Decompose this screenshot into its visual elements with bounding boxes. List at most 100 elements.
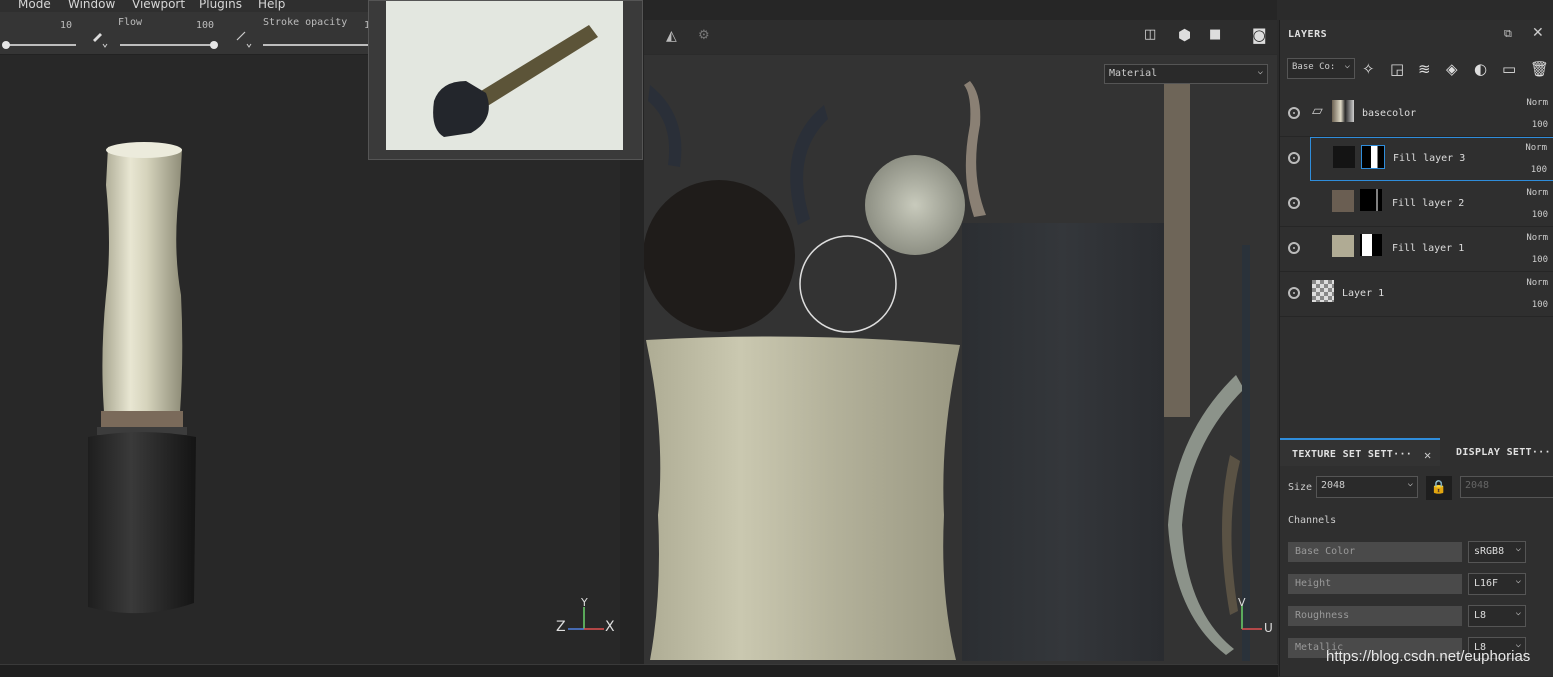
visibility-eye-icon[interactable] [1288,152,1300,164]
display-cube-icon[interactable]: ⬢ [1178,26,1191,44]
layer-blend-mode[interactable]: Norm [1526,233,1548,243]
channel-format-value: L16F [1474,578,1499,589]
size-select-value: 2048 [1321,480,1346,491]
layer-row[interactable]: Layer 1 Norm 100 [1280,272,1553,317]
layers-panel: LAYERS ⧉ ✕ Base Co: ⌵ ✧ ◲ ≋ ◈ ◐ ▭ 🗑 ▱ ba… [1279,20,1553,440]
tab-display-settings-label: DISPLAY SETT··· [1456,447,1551,458]
viewport-channel-select-value: Material [1109,68,1158,79]
flow-slider[interactable] [120,44,216,46]
add-effect-icon[interactable]: ✧ [1362,60,1375,78]
layer-mask-thumbnail[interactable] [1360,234,1382,256]
channel-format-select[interactable]: sRGB8 ⌵ [1468,541,1526,563]
layer-thumbnail [1332,235,1354,257]
close-icon[interactable]: ✕ [1424,448,1432,462]
layer-thumbnail [1332,100,1354,122]
uv-texture-layout [644,81,1250,661]
chevron-down-icon: ⌵ [1515,608,1521,618]
layer-name[interactable]: Fill layer 2 [1392,198,1464,209]
size-slider-knob[interactable] [2,41,10,49]
layer-mask-thumbnail[interactable] [1361,145,1385,169]
visibility-eye-icon[interactable] [1288,197,1300,209]
channel-format-select[interactable]: L8 ⌵ [1468,605,1526,627]
chevron-down-icon: ⌵ [1407,479,1413,489]
size-select-secondary-value: 2048 [1465,480,1490,491]
channels-label: Channels [1288,515,1337,526]
menu-help[interactable]: Help [258,0,285,11]
undock-icon[interactable]: ⧉ [1504,27,1512,41]
axis-y-label: Y [581,596,588,609]
layer-opacity[interactable]: 100 [1532,255,1548,265]
channel-base-color[interactable]: Base Color [1288,542,1462,562]
viewport-2d-uv[interactable]: Material ⌵ V U [644,55,1277,664]
layer-opacity[interactable]: 100 [1531,165,1547,175]
reference-photo [386,1,623,150]
watermark: https://blog.csdn.net/euphorias [1326,648,1531,665]
menu-mode[interactable]: Mode [18,0,51,11]
size-label: Size [1288,482,1313,493]
channel-format-value: L8 [1474,610,1487,621]
add-folder-icon[interactable]: ▭ [1502,60,1516,78]
stroke-opacity-slider[interactable] [263,44,368,46]
menu-plugins[interactable]: Plugins [199,0,242,11]
layer-opacity[interactable]: 100 [1532,120,1548,130]
layer-blend-mode[interactable]: Norm [1526,98,1548,108]
delete-layer-icon[interactable]: 🗑 [1530,60,1549,78]
flow-slider-knob[interactable] [210,41,218,49]
camera-video-icon[interactable]: ■ [1209,27,1221,42]
add-smart-fill-icon[interactable]: ◈ [1446,60,1458,78]
reference-image-popup[interactable] [368,0,643,160]
channel-format-select[interactable]: L16F ⌵ [1468,573,1526,595]
layer-opacity[interactable]: 100 [1532,300,1548,310]
visibility-eye-icon[interactable] [1288,242,1300,254]
close-icon[interactable]: ✕ [1532,25,1544,41]
split-view-icon[interactable]: ◫ [1144,27,1156,42]
layer-name[interactable]: Layer 1 [1342,288,1384,299]
layer-name[interactable]: Fill layer 1 [1392,243,1464,254]
channel-roughness[interactable]: Roughness [1288,606,1462,626]
size-value[interactable]: 10 [60,20,72,31]
channel-height[interactable]: Height [1288,574,1462,594]
layers-channel-select[interactable]: Base Co: ⌵ [1287,58,1355,79]
menu-window[interactable]: Window [68,0,115,11]
mirror-icon[interactable]: ◭ [666,28,677,44]
layer-row[interactable]: Fill layer 1 Norm 100 [1280,227,1553,272]
flow-label: Flow [118,17,143,28]
layer-name[interactable]: basecolor [1362,108,1416,119]
layer-thumbnail [1312,280,1334,302]
tab-display-settings[interactable]: DISPLAY SETT··· [1456,438,1553,466]
axis-x-label: X [605,619,615,635]
visibility-eye-icon[interactable] [1288,287,1300,299]
viewport-channel-select[interactable]: Material ⌵ [1104,64,1268,84]
layer-mask-thumbnail[interactable] [1360,189,1382,211]
size-select-secondary[interactable]: 2048 [1460,476,1553,498]
brush-icon[interactable] [90,26,112,48]
layer-row[interactable]: Fill layer 2 Norm 100 [1280,182,1553,227]
layer-blend-mode[interactable]: Norm [1526,278,1548,288]
add-mask-icon[interactable]: ◐ [1474,60,1487,78]
axis-z-label: Z [556,619,566,635]
size-select[interactable]: 2048 ⌵ [1316,476,1418,498]
chevron-down-icon: ⌵ [1515,576,1521,586]
screenshot-camera-icon[interactable]: ◙ [1252,26,1267,44]
size-slider[interactable] [4,44,76,46]
stroke-icon[interactable] [234,26,256,48]
lock-icon[interactable]: 🔒 [1426,476,1452,500]
visibility-eye-icon[interactable] [1288,107,1300,119]
viewport-2d-header-gap [644,0,1277,20]
layer-blend-mode[interactable]: Norm [1525,143,1547,153]
layer-row[interactable]: ▱ basecolor Norm 100 [1280,92,1553,137]
chevron-down-icon: ⌵ [1515,544,1521,554]
symmetry-settings-icon[interactable]: ⚙ [698,28,710,43]
layer-name[interactable]: Fill layer 3 [1393,153,1465,164]
flow-value[interactable]: 100 [196,20,214,31]
texture-set-settings-panel: TEXTURE SET SETT··· ✕ DISPLAY SETT··· Si… [1279,438,1553,676]
add-paint-layer-icon[interactable]: ◲ [1390,60,1404,78]
tab-texture-set-settings[interactable]: TEXTURE SET SETT··· ✕ [1280,438,1440,466]
layer-row-selected[interactable]: Fill layer 3 Norm 100 [1310,137,1553,181]
layer-blend-mode[interactable]: Norm [1526,188,1548,198]
layer-opacity[interactable]: 100 [1532,210,1548,220]
add-fill-layer-icon[interactable]: ≋ [1418,60,1431,78]
chevron-down-icon: ⌵ [1344,61,1350,71]
status-bar [0,664,1278,677]
menu-viewport[interactable]: Viewport [132,0,185,11]
